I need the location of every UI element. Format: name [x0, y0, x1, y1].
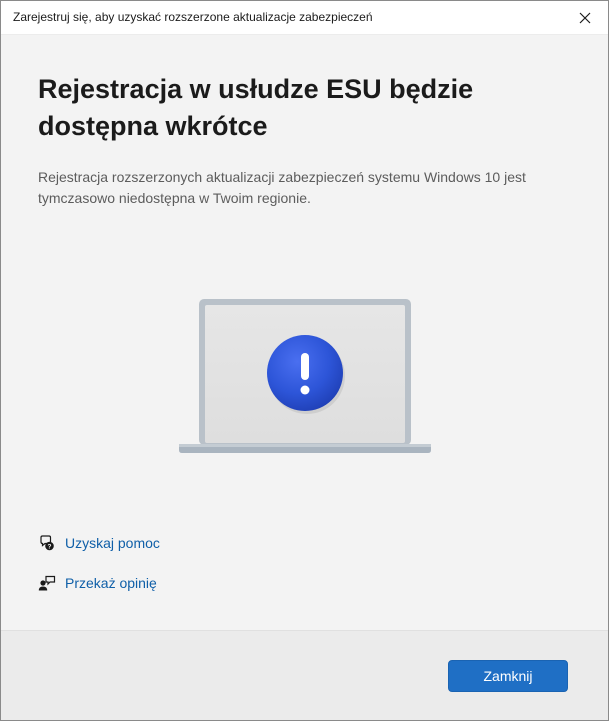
window-title: Zarejestruj się, aby uzyskać rozszerzone… [13, 10, 373, 24]
give-feedback-link[interactable]: Przekaż opinię [38, 573, 157, 593]
page-title: Rejestracja w usłudze ESU będzie dostępn… [38, 74, 474, 141]
close-icon [579, 12, 591, 23]
page-description: Rejestracja rozszerzonych aktualizacji z… [38, 169, 526, 206]
close-button[interactable]: Zamknij [448, 660, 568, 692]
svg-text:?: ? [48, 543, 52, 550]
title-bar: Zarejestruj się, aby uzyskać rozszerzone… [1, 1, 608, 35]
get-help-label: Uzyskaj pomoc [65, 535, 160, 551]
feedback-person-icon [38, 574, 56, 592]
help-chat-icon: ? [38, 534, 56, 552]
get-help-link[interactable]: ? Uzyskaj pomoc [38, 533, 160, 553]
dialog-footer: Zamknij [1, 630, 608, 720]
laptop-exclamation-icon [179, 299, 431, 453]
give-feedback-label: Przekaż opinię [65, 575, 157, 591]
dialog-window: Zarejestruj się, aby uzyskać rozszerzone… [0, 0, 609, 721]
laptop-illustration [177, 298, 433, 456]
window-close-button[interactable] [562, 1, 608, 34]
